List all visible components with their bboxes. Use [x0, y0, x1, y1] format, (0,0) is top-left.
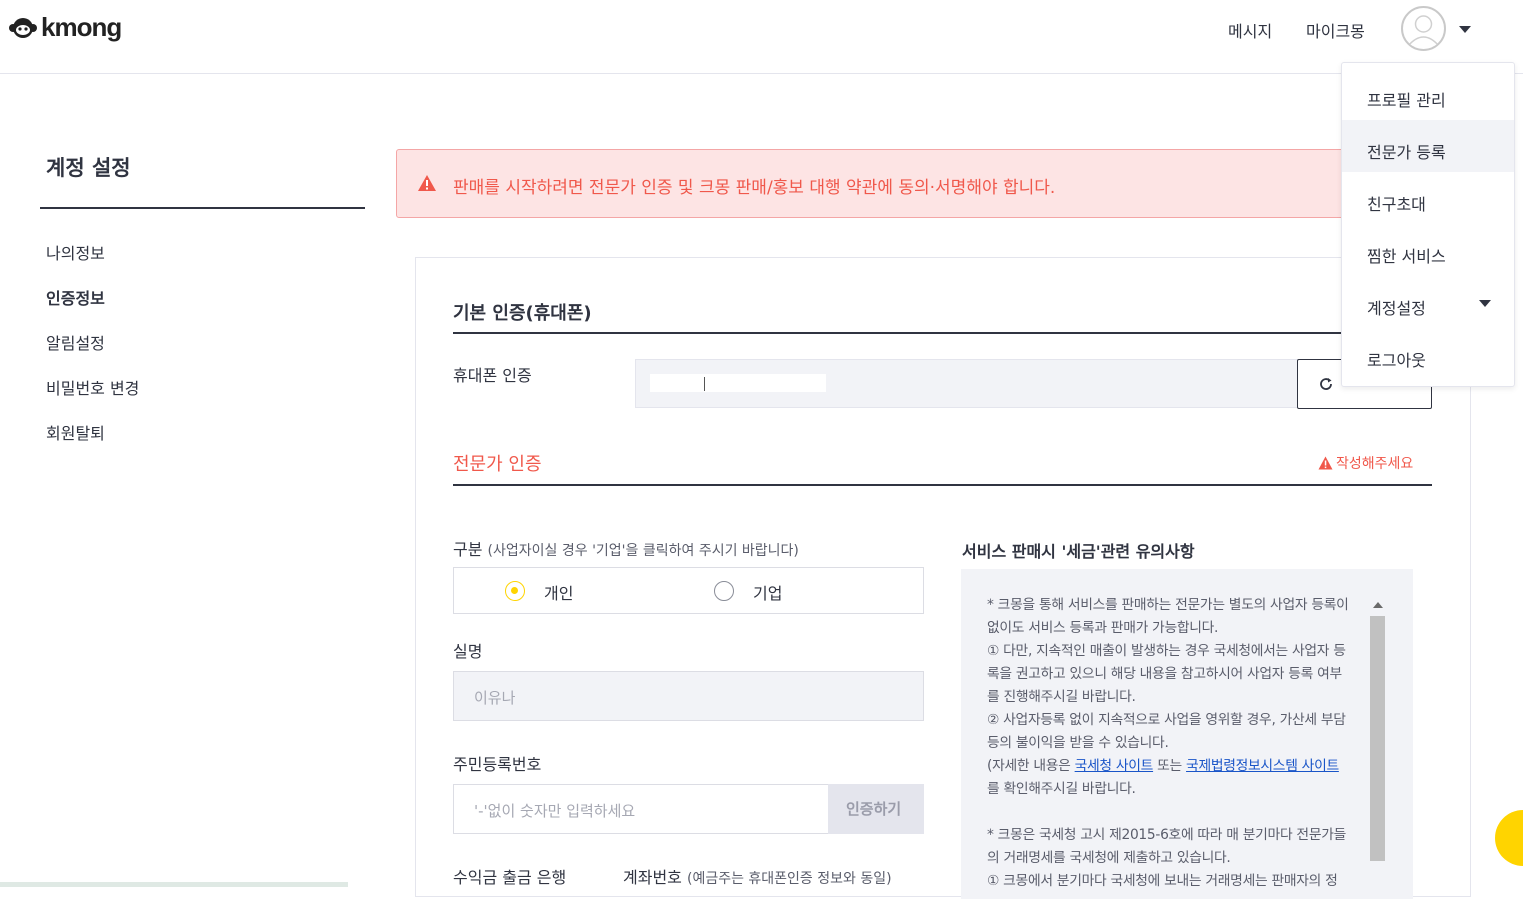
- warning-icon: [418, 175, 436, 191]
- tax-line: ② 사업자등록 없이 지속적으로 사업을 영위할 경우, 가산세 부담: [987, 712, 1346, 728]
- scroll-thumb[interactable]: [1370, 616, 1385, 861]
- tax-line: 없이도 서비스 등록과 판매가 가능합니다.: [987, 620, 1219, 636]
- sidebar-item-verification[interactable]: 인증정보: [46, 285, 105, 309]
- account-label: 계좌번호 (예금주는 휴대폰인증 정보와 동일): [623, 864, 892, 888]
- rrn-verify-button[interactable]: 인증하기: [828, 784, 924, 834]
- menu-item-expert-register[interactable]: 전문가 등록: [1342, 120, 1514, 172]
- type-label-text: 구분: [453, 540, 483, 559]
- tax-line: (자세한 내용은 국세청 사이트 또는 국제법령정보시스템 사이트: [987, 755, 1373, 778]
- tax-line: 를 진행해주시길 바랍니다.: [987, 689, 1136, 705]
- user-avatar-icon: [1407, 15, 1440, 47]
- phone-number-redacted: [650, 374, 826, 392]
- tax-detail-mid: 또는: [1153, 758, 1187, 774]
- tax-line: * 크몽을 통해 서비스를 판매하는 전문가는 별도의 사업자 등록이: [987, 597, 1349, 613]
- account-dropdown-menu: 프로필 관리 전문가 등록 친구초대 찜한 서비스 계정설정 로그아웃: [1341, 62, 1515, 387]
- law-info-site-link[interactable]: 국제법령정보시스템 사이트: [1186, 758, 1339, 774]
- sidebar-divider: [40, 207, 365, 209]
- menu-item-logout[interactable]: 로그아웃: [1342, 328, 1514, 380]
- tax-line: ① 다만, 지속적인 매출이 발생하는 경우 국세청에서는 사업자 등: [987, 643, 1346, 659]
- phone-number-cursor: [704, 377, 705, 391]
- avatar[interactable]: [1401, 6, 1446, 51]
- expert-auth-warning-text: 작성해주세요: [1336, 456, 1414, 472]
- account-label-text: 계좌번호: [623, 868, 682, 887]
- tax-line: 록을 권고하고 있으니 해당 내용을 참고하시어 사업자 등록 여부: [987, 666, 1342, 682]
- tax-line: 등의 불이익을 받을 수 있습니다.: [987, 735, 1169, 751]
- menu-item-account-settings[interactable]: 계정설정: [1342, 276, 1514, 328]
- bottom-strip: [0, 882, 348, 887]
- type-label: 구분 (사업자이실 경우 '기업'을 클릭하여 주시기 바랍니다): [453, 536, 799, 560]
- account-menu-caret-icon[interactable]: [1459, 26, 1471, 33]
- rrn-placeholder: '-'없이 숫자만 입력하세요: [474, 802, 636, 820]
- radio-business[interactable]: [714, 581, 734, 601]
- chevron-down-icon: [1479, 300, 1491, 307]
- radio-individual-label[interactable]: 개인: [544, 580, 573, 604]
- nts-site-link[interactable]: 국세청 사이트: [1075, 758, 1154, 774]
- tax-line: 의 거래명세를 국세청에 제출하고 있습니다.: [987, 850, 1231, 866]
- nav-mykmong[interactable]: 마이크몽: [1306, 18, 1365, 42]
- menu-item-label: 친구초대: [1367, 195, 1426, 214]
- phone-number-field: [635, 359, 1298, 408]
- menu-item-favorites[interactable]: 찜한 서비스: [1342, 224, 1514, 276]
- menu-item-invite-friends[interactable]: 친구초대: [1342, 172, 1514, 224]
- basic-auth-title: 기본 인증(휴대폰): [453, 303, 592, 324]
- account-label-hint: (예금주는 휴대폰인증 정보와 동일): [686, 871, 892, 887]
- tax-detail-prefix: (자세한 내용은: [987, 758, 1075, 774]
- scroll-up-arrow-icon[interactable]: [1373, 602, 1383, 608]
- seller-alert-banner: 판매를 시작하려면 전문가 인증 및 크몽 판매/홍보 대행 약관에 동의·서명…: [396, 149, 1376, 218]
- rrn-input[interactable]: '-'없이 숫자만 입력하세요: [453, 784, 829, 834]
- sidebar-item-notifications[interactable]: 알림설정: [46, 330, 105, 354]
- alert-text: 판매를 시작하려면 전문가 인증 및 크몽 판매/홍보 대행 약관에 동의·서명…: [453, 178, 1056, 198]
- real-name-value: 이유나: [474, 689, 516, 707]
- real-name-label: 실명: [453, 642, 483, 661]
- expert-auth-title: 전문가 인증: [453, 454, 542, 475]
- bank-label: 수익금 출금 은행: [453, 868, 567, 887]
- sidebar-title: 계정 설정: [46, 156, 131, 180]
- expert-auth-warning: 작성해주세요: [1318, 453, 1413, 473]
- real-name-field: 이유나: [453, 671, 924, 721]
- kmong-logo[interactable]: kmong: [8, 12, 122, 43]
- tax-line: 를 확인해주시길 바랍니다.: [987, 781, 1136, 797]
- refresh-icon: [1320, 378, 1332, 390]
- basic-auth-divider: [453, 332, 1432, 334]
- type-radio-group: 개인 기업: [453, 567, 924, 614]
- sidebar-item-my-info[interactable]: 나의정보: [46, 240, 105, 264]
- tax-line: * 크몽은 국세청 고시 제2015-6호에 따라 매 분기마다 전문가들: [987, 827, 1346, 843]
- monkey-logo-icon: [9, 17, 37, 38]
- warning-icon: [1318, 456, 1333, 470]
- radio-individual[interactable]: [505, 581, 525, 601]
- menu-item-label: 로그아웃: [1367, 351, 1426, 370]
- top-header: kmong 메시지 마이크몽: [0, 0, 1523, 74]
- sidebar-item-withdraw[interactable]: 회원탈퇴: [46, 420, 105, 444]
- tax-notice-title: 서비스 판매시 '세금'관련 유의사항: [962, 542, 1195, 561]
- floating-chat-button[interactable]: [1495, 810, 1523, 866]
- menu-item-label: 프로필 관리: [1367, 91, 1446, 110]
- tax-line-spacer: [987, 801, 1373, 824]
- sidebar-item-change-password[interactable]: 비밀번호 변경: [46, 375, 139, 399]
- menu-item-label: 전문가 등록: [1367, 143, 1446, 162]
- menu-item-profile[interactable]: 프로필 관리: [1342, 68, 1514, 120]
- tax-notice-box[interactable]: * 크몽을 통해 서비스를 판매하는 전문가는 별도의 사업자 등록이 없이도 …: [961, 569, 1413, 899]
- nav-messages[interactable]: 메시지: [1228, 18, 1272, 42]
- tax-line: ① 크몽에서 분기마다 국세청에 보내는 거래명세는 판매자의 정: [987, 873, 1338, 889]
- menu-item-label: 찜한 서비스: [1367, 247, 1446, 266]
- menu-item-label: 계정설정: [1367, 299, 1426, 318]
- tax-notice-text: * 크몽을 통해 서비스를 판매하는 전문가는 별도의 사업자 등록이 없이도 …: [987, 594, 1373, 893]
- phone-auth-label: 휴대폰 인증: [453, 366, 532, 385]
- radio-business-label[interactable]: 기업: [753, 580, 782, 604]
- type-label-hint: (사업자이실 경우 '기업'을 클릭하여 주시기 바랍니다): [487, 543, 799, 559]
- verify-button-label: 인증하기: [846, 800, 902, 818]
- rrn-label: 주민등록번호: [453, 755, 542, 774]
- logo-text: kmong: [41, 12, 122, 42]
- expert-auth-divider: [453, 484, 1432, 486]
